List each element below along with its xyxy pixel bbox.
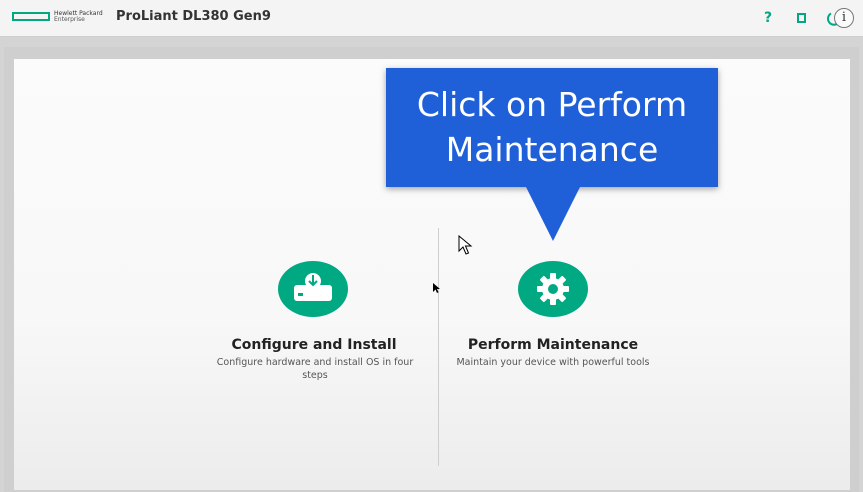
document-icon[interactable]	[793, 10, 809, 26]
product-name: ProLiant DL380 Gen9	[116, 9, 271, 24]
help-icon[interactable]: ?	[760, 10, 776, 26]
perform-maintenance-description: Maintain your device with powerful tools	[456, 357, 650, 368]
hpe-logo-mark	[12, 12, 50, 21]
mouse-cursor-icon	[458, 235, 473, 255]
options-divider	[438, 228, 439, 466]
info-icon[interactable]: i	[834, 8, 854, 28]
callout-text: Click on Perform Maintenance	[416, 85, 688, 169]
configure-install-title[interactable]: Configure and Install	[214, 337, 414, 353]
pointer-cursor-icon	[433, 283, 440, 293]
configure-install-icon[interactable]	[278, 261, 348, 317]
top-bar: Hewlett Packard Enterprise ProLiant DL38…	[0, 0, 863, 37]
hpe-logo-text-line2: Enterprise	[54, 16, 85, 23]
perform-maintenance-icon[interactable]	[518, 261, 588, 317]
instruction-callout: Click on Perform Maintenance	[386, 68, 718, 187]
perform-maintenance-title[interactable]: Perform Maintenance	[453, 337, 653, 353]
configure-install-description: Configure hardware and install OS in fou…	[216, 357, 414, 381]
callout-pointer	[526, 187, 580, 241]
hpe-logo: Hewlett Packard Enterprise	[12, 11, 112, 25]
